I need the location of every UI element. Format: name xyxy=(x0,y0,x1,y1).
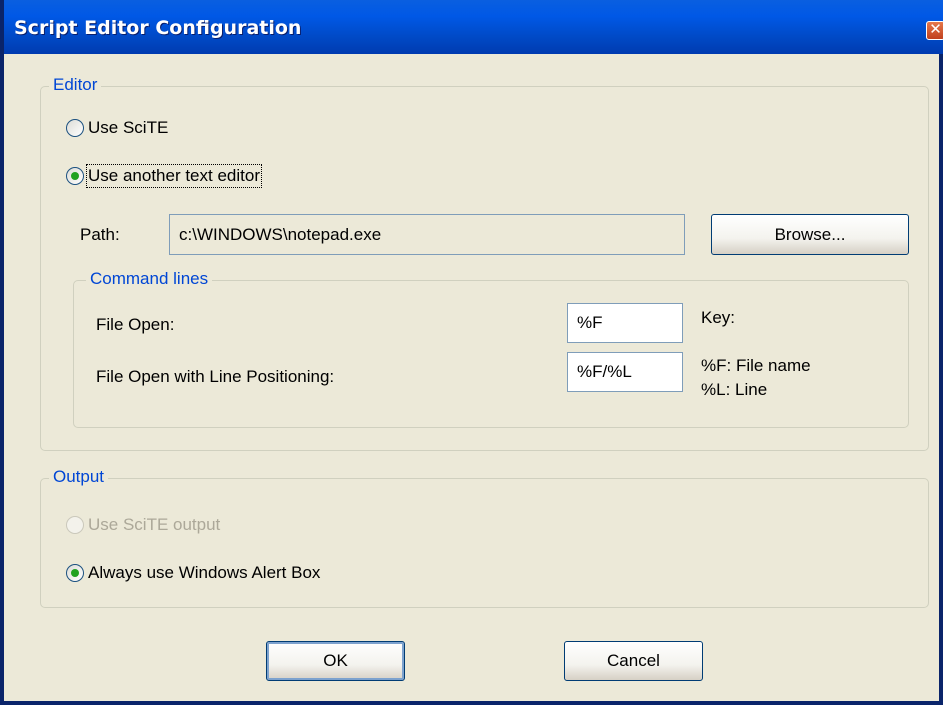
command-lines-legend: Command lines xyxy=(86,269,213,289)
file-open-line-label: File Open with Line Positioning: xyxy=(96,367,335,386)
output-groupbox xyxy=(40,478,929,608)
radio-use-other-editor[interactable]: Use another text editor xyxy=(66,164,262,188)
radio-use-scite[interactable]: Use SciTE xyxy=(66,118,168,138)
file-open-field[interactable]: %F xyxy=(567,303,683,343)
radio-always-alert-label[interactable]: Always use Windows Alert Box xyxy=(88,563,320,583)
output-group-legend: Output xyxy=(49,467,109,487)
file-open-line-field[interactable]: %F/%L xyxy=(567,352,683,392)
ok-button[interactable]: OK xyxy=(266,641,405,681)
radio-use-other-editor-label[interactable]: Use another text editor xyxy=(86,164,262,188)
browse-button[interactable]: Browse... xyxy=(711,214,909,255)
command-lines-groupbox xyxy=(73,280,909,428)
radio-button-checked-icon[interactable] xyxy=(66,564,84,582)
radio-button-checked-icon[interactable] xyxy=(66,167,84,185)
key-line: %L: Line xyxy=(701,380,768,399)
radio-use-scite-output-label[interactable]: Use SciTE output xyxy=(88,515,220,535)
close-icon[interactable]: ✕ xyxy=(926,21,943,40)
radio-button-disabled-icon[interactable] xyxy=(66,516,84,534)
window-title: Script Editor Configuration xyxy=(14,17,302,39)
editor-group-legend: Editor xyxy=(49,75,102,95)
key-file-name: %F: File name xyxy=(701,356,811,375)
dialog-window: Script Editor Configuration ✕ Editor Use… xyxy=(0,0,943,705)
cancel-button[interactable]: Cancel xyxy=(564,641,703,681)
file-open-label: File Open: xyxy=(96,315,175,334)
radio-always-alert[interactable]: Always use Windows Alert Box xyxy=(66,563,320,583)
radio-button-icon[interactable] xyxy=(66,119,84,137)
radio-use-scite-label[interactable]: Use SciTE xyxy=(88,118,168,138)
path-field[interactable]: c:\WINDOWS\notepad.exe xyxy=(169,214,685,255)
radio-use-scite-output[interactable]: Use SciTE output xyxy=(66,515,220,535)
key-label: Key: xyxy=(701,308,736,327)
path-label: Path: xyxy=(80,225,120,244)
title-bar[interactable]: Script Editor Configuration ✕ xyxy=(4,0,943,54)
